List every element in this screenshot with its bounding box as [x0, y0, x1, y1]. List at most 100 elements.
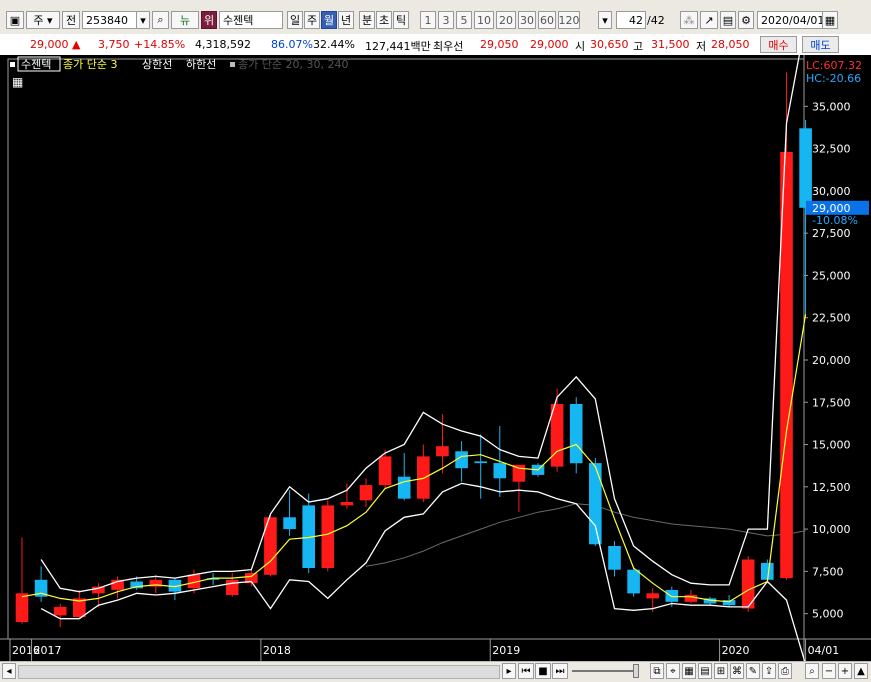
gear-icon[interactable]: ⚙ [738, 11, 754, 29]
x-tick-label: 2017 [34, 644, 62, 657]
ratio-2: 32.44% [313, 38, 355, 51]
lc-label: LC:607.32 [806, 59, 862, 72]
lower-band-line [40, 482, 807, 665]
volume: 4,318,592 [195, 38, 251, 51]
scrollbar-track[interactable] [18, 665, 500, 679]
print-icon[interactable]: ⎙ [778, 663, 792, 679]
interval-20[interactable]: 20 [496, 11, 516, 29]
current-change-label: -10.08% [812, 214, 858, 227]
stop-icon[interactable]: ■ [535, 663, 551, 679]
upper-band-line [40, 21, 807, 593]
legend-stock-name: 수젠텍 [21, 58, 51, 71]
copy-icon[interactable]: ⧉ [650, 663, 664, 679]
grid-toggle-icon: ▦ [12, 75, 23, 89]
open-price: 30,650 [590, 38, 629, 51]
period-year[interactable]: 년 [338, 11, 354, 29]
scroll-right-icon[interactable]: ▸ [502, 663, 516, 679]
calendar-icon[interactable]: ▦ [822, 11, 838, 29]
scroll-left-icon[interactable]: ◂ [2, 663, 16, 679]
legend-ma3: 종가 단순 3 [63, 58, 117, 71]
y-tick-label: 17,500 [812, 396, 851, 409]
last-icon[interactable]: ⏭ [552, 663, 568, 679]
legend-marker-2 [230, 62, 235, 67]
interval-120[interactable]: 120 [558, 11, 580, 29]
x-tick-label: 2019 [492, 644, 520, 657]
y-tick-label: 15,000 [812, 439, 851, 452]
interval-3[interactable]: 3 [438, 11, 454, 29]
candlestick-chart[interactable]: 5,000 7,500 10,000 12,500 15,000 17,500 20,000… [0, 21, 871, 665]
candle-body [378, 456, 392, 486]
best-price-label: 최우선 [433, 40, 464, 53]
candle-body [15, 593, 29, 622]
news-button[interactable]: 뉴 [171, 11, 199, 29]
x-tick-label: 04/01 [808, 644, 840, 657]
period-tick[interactable]: 틱 [393, 11, 409, 29]
count-input[interactable]: 42 [616, 11, 646, 29]
zoom-slider[interactable] [572, 670, 636, 672]
tools-icon[interactable]: ✎ [746, 663, 760, 679]
indicator-icon[interactable]: ⁂ [680, 11, 698, 29]
export-icon[interactable]: ⇪ [762, 663, 776, 679]
grid-icon[interactable]: ▦ [682, 663, 696, 679]
low-label: 저 [696, 40, 707, 53]
chart-menu-icon[interactable]: ▣ [6, 11, 24, 29]
code-dropdown-icon[interactable]: ▾ [136, 11, 150, 29]
candle-body [761, 562, 774, 580]
zoom-icon[interactable]: ⌕ [805, 663, 819, 679]
y-tick-label: 5,000 [812, 608, 844, 621]
interval-60[interactable]: 60 [538, 11, 556, 29]
search-icon[interactable]: ⌕ [152, 11, 169, 29]
toolbar: ▣ 주 ▾ 전 253840 ▾ ⌕ 뉴 위 수젠텍 일 주 월 년 분 초 틱… [0, 0, 871, 35]
period-month[interactable]: 월 [321, 11, 337, 29]
candle-body [340, 502, 354, 506]
legend-lower: 하한선 [186, 57, 216, 71]
crosshair-icon[interactable]: ⌖ [666, 663, 680, 679]
interval-30[interactable]: 30 [518, 11, 536, 29]
y-tick-label: 10,000 [812, 523, 851, 536]
interval-5[interactable]: 5 [456, 11, 472, 29]
stock-name-field[interactable]: 수젠텍 [219, 11, 283, 29]
zoom-out-icon[interactable]: − [822, 663, 836, 679]
ma3-line [21, 314, 807, 603]
period-week[interactable]: 주 [304, 11, 320, 29]
change-amount: 3,750 [98, 38, 130, 51]
current-price: 29,000 ▲ [30, 38, 80, 51]
buy-button[interactable]: 매수 [760, 36, 797, 53]
layout-icon[interactable]: ▤ [698, 663, 712, 679]
link-icon[interactable]: ⌘ [730, 663, 744, 679]
zoom-in-icon[interactable]: + [838, 663, 852, 679]
slow-ma-line [365, 503, 806, 567]
interval-1[interactable]: 1 [420, 11, 436, 29]
candle-body [397, 476, 411, 499]
save-icon[interactable]: ▤ [720, 11, 736, 29]
flag-button[interactable]: 위 [201, 11, 217, 29]
prev-button[interactable]: 전 [62, 11, 80, 29]
high-label: 고 [633, 40, 644, 53]
period-type-select[interactable]: 주 ▾ [26, 11, 60, 29]
candle-body [359, 485, 373, 501]
zoom-slider-handle[interactable] [633, 664, 639, 678]
y-tick-label: 32,500 [812, 143, 851, 156]
interval-10[interactable]: 10 [474, 11, 494, 29]
ruler-icon[interactable]: ⊞ [714, 663, 728, 679]
chart-area[interactable]: 5,000 7,500 10,000 12,500 15,000 17,500 20,000… [0, 21, 871, 665]
zoom-reset-icon[interactable]: ▲ [854, 663, 868, 679]
high-price: 31,500 [651, 38, 690, 51]
period-minute[interactable]: 분 [359, 11, 375, 29]
x-tick-label: 2020 [722, 644, 750, 657]
candle-body [283, 517, 296, 530]
first-icon[interactable]: ⏮ [518, 663, 534, 679]
period-second[interactable]: 초 [376, 11, 392, 29]
candle-body [684, 595, 698, 602]
candle-body [225, 579, 239, 595]
bid-price: 29,000 [530, 38, 569, 51]
period-day[interactable]: 일 [287, 11, 303, 29]
candle-body [569, 404, 583, 464]
y-tick-label: 35,000 [812, 100, 851, 113]
sell-button[interactable]: 매도 [802, 36, 839, 53]
change-percent: +14.85% [134, 38, 186, 51]
trend-icon[interactable]: ↗ [700, 11, 718, 29]
legend-slow-ma: 종가 단순 20, 30, 240 [238, 58, 348, 71]
interval-dropdown-icon[interactable]: ▾ [598, 11, 612, 29]
candle-body [627, 569, 640, 594]
